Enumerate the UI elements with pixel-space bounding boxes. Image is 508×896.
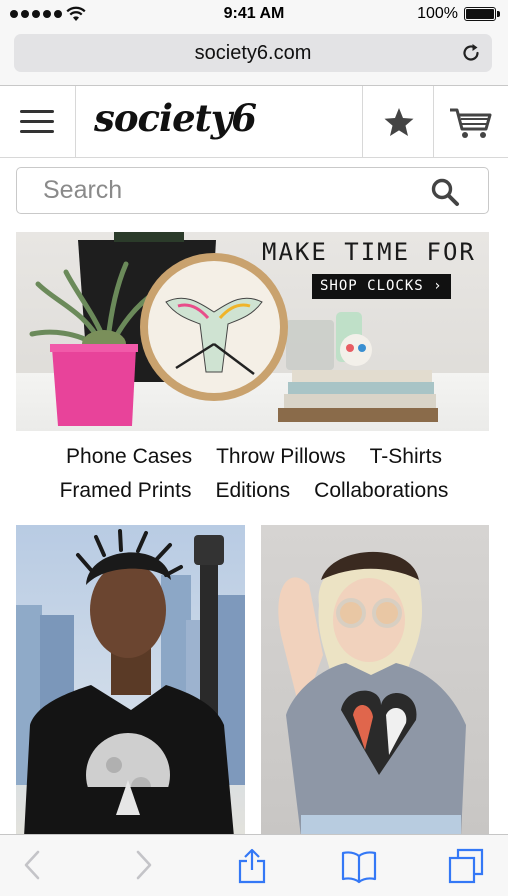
shop-clocks-button[interactable]: SHOP CLOCKS › <box>312 274 451 299</box>
cart-button[interactable] <box>434 86 508 157</box>
product-image-heart-tshirt <box>278 551 466 837</box>
battery-icon <box>464 7 500 21</box>
hero-title: MAKE TIME FOR ART <box>262 238 489 266</box>
category-row-2: Framed Prints Editions Collaborations <box>0 474 508 508</box>
tabs-icon[interactable] <box>448 848 484 884</box>
product-tile-moon-tshirt[interactable] <box>16 525 245 837</box>
product-tile-heart-tshirt[interactable] <box>261 525 489 837</box>
site-logo[interactable]: society6 <box>94 96 257 140</box>
status-bar: 9:41 AM 100% <box>0 0 508 28</box>
category-link-phone-cases[interactable]: Phone Cases <box>66 445 192 469</box>
hamburger-menu-icon[interactable] <box>0 86 76 157</box>
category-link-t-shirts[interactable]: T-Shirts <box>370 445 442 469</box>
category-link-editions[interactable]: Editions <box>215 479 290 503</box>
browser-toolbar <box>0 834 508 896</box>
share-icon[interactable] <box>236 848 268 884</box>
hero-banner[interactable]: MAKE TIME FOR ART SHOP CLOCKS › <box>16 232 489 431</box>
search-input[interactable] <box>17 168 488 213</box>
search-icon[interactable] <box>430 177 460 207</box>
category-links: Phone Cases Throw Pillows T-Shirts Frame… <box>0 440 508 508</box>
shopping-cart-icon <box>450 108 492 138</box>
browser-address-area: society6.com <box>0 28 508 86</box>
reload-icon[interactable] <box>460 42 482 64</box>
battery-percent: 100% <box>417 5 458 22</box>
category-link-framed-prints[interactable]: Framed Prints <box>60 479 192 503</box>
forward-arrow-icon[interactable] <box>132 848 156 882</box>
category-row-1: Phone Cases Throw Pillows T-Shirts <box>0 440 508 474</box>
category-link-throw-pillows[interactable]: Throw Pillows <box>216 445 346 469</box>
address-bar[interactable]: society6.com <box>14 34 492 72</box>
search-box <box>16 167 489 214</box>
back-arrow-icon[interactable] <box>20 848 44 882</box>
category-link-collaborations[interactable]: Collaborations <box>314 479 448 503</box>
site-header: society6 <box>0 86 508 158</box>
star-icon <box>384 108 414 136</box>
address-url[interactable]: society6.com <box>14 42 492 65</box>
bookmarks-icon[interactable] <box>340 848 378 884</box>
favorites-button[interactable] <box>362 86 434 157</box>
product-image-moon-tshirt <box>16 529 245 837</box>
